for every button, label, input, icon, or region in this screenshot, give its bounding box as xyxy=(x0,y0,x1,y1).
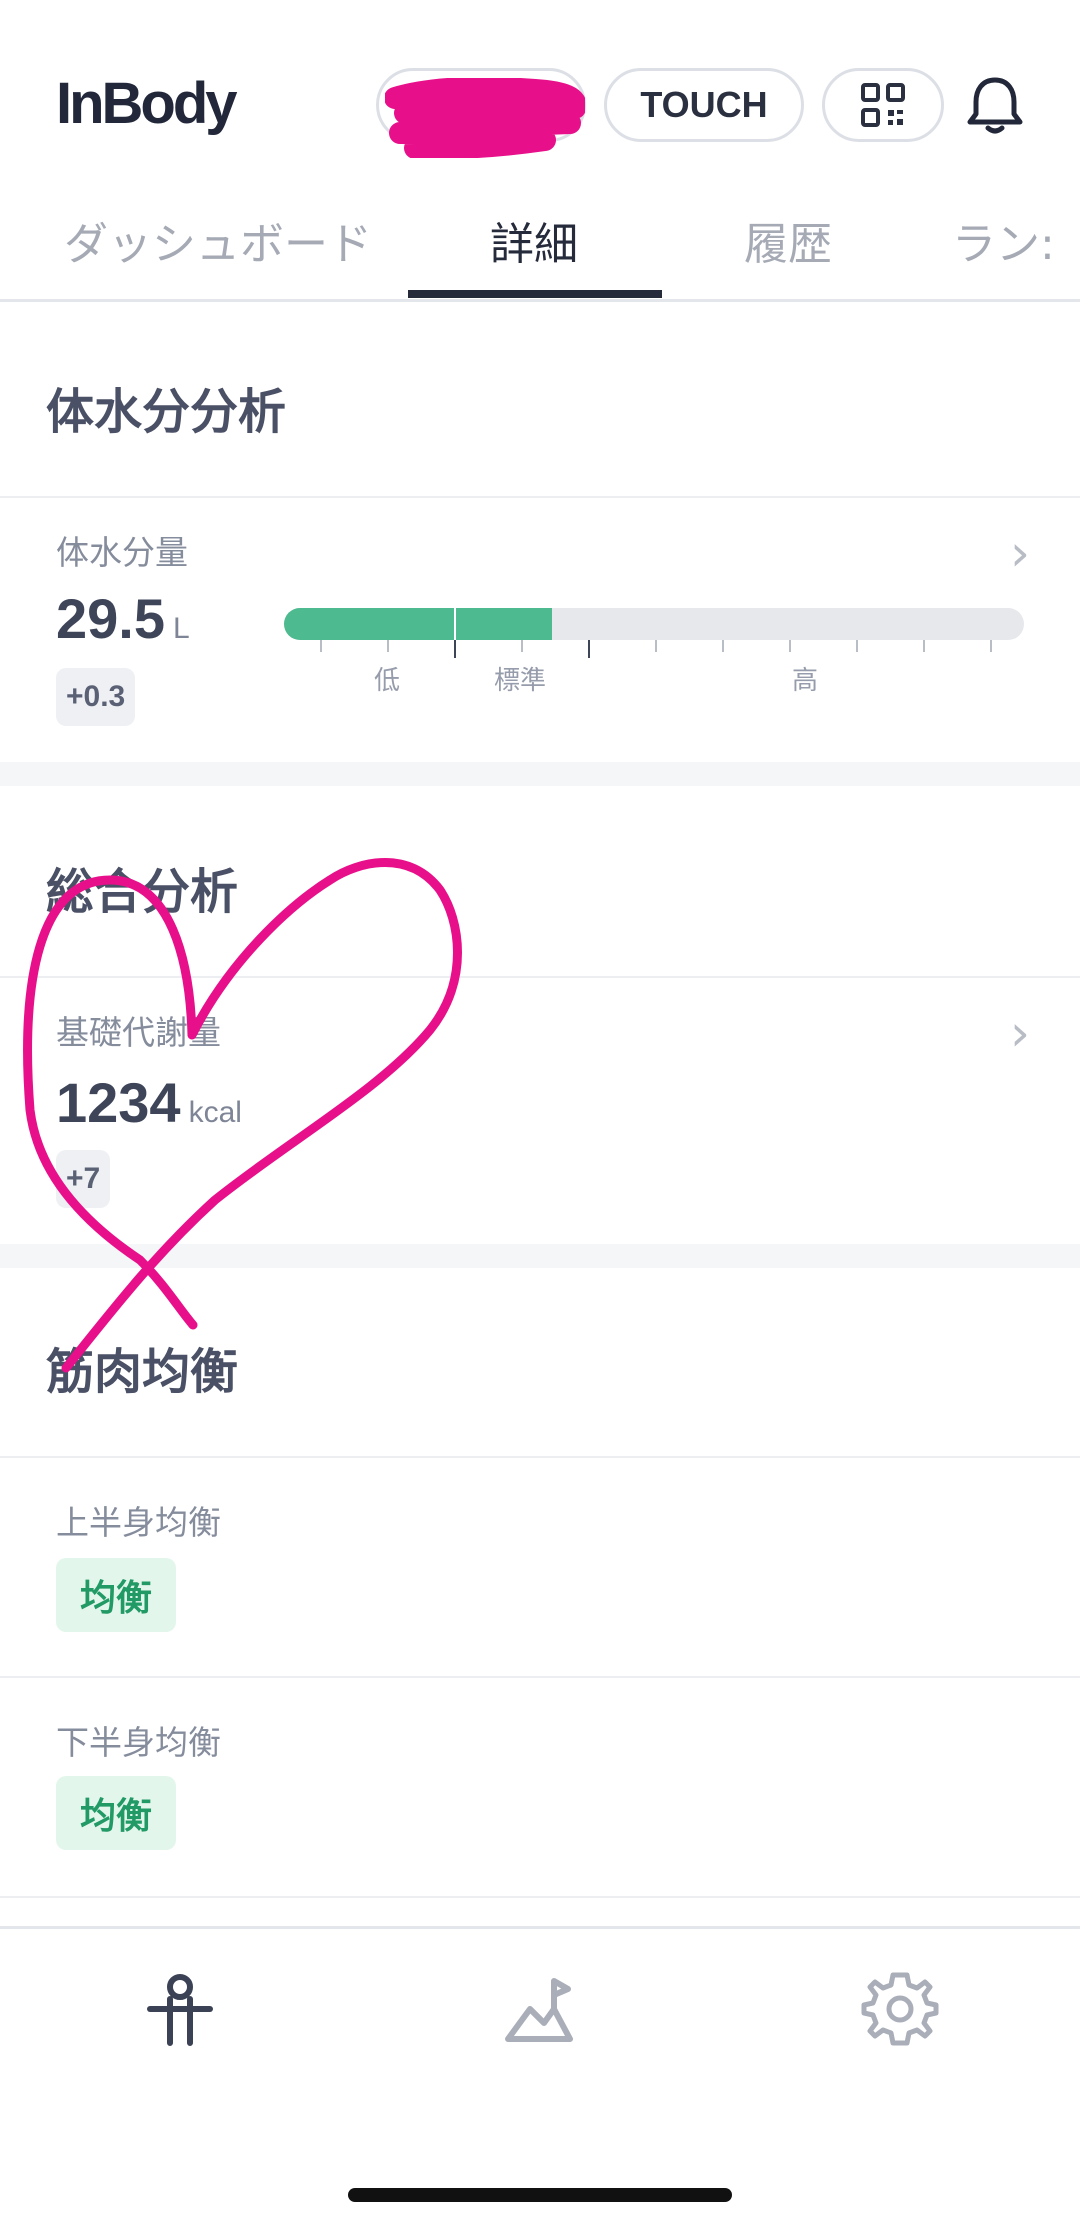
bar-label-low: 低 xyxy=(374,666,401,696)
body-water-label: 体水分量 xyxy=(56,533,188,572)
section-title-overall: 総合分析 xyxy=(46,864,239,920)
touch-button[interactable]: TOUCH xyxy=(604,68,804,142)
lower-body-balance-badge: 均衡 xyxy=(56,1776,177,1850)
redaction-scribble xyxy=(385,78,585,158)
body-water-value: 29.5 L xyxy=(56,586,190,651)
bar-tick xyxy=(655,640,657,652)
bar-tick xyxy=(320,640,322,652)
bar-tick xyxy=(856,640,858,652)
bmr-unit: kcal xyxy=(188,1096,242,1129)
tab-dashboard[interactable]: ダッシュボード xyxy=(64,208,372,272)
chevron-right-icon: › xyxy=(1010,524,1030,582)
section-title-muscle-balance: 筋肉均衡 xyxy=(46,1344,239,1400)
body-water-bar-split xyxy=(454,608,456,640)
body-water-unit: L xyxy=(173,612,190,645)
lower-body-balance-label: 下半身均衡 xyxy=(56,1723,221,1762)
divider xyxy=(0,1456,1080,1458)
body-water-bar xyxy=(284,608,1024,640)
chevron-right-icon: › xyxy=(1010,1004,1030,1062)
bar-tick xyxy=(923,640,925,652)
bmr-delta: +7 xyxy=(56,1150,111,1208)
body-water-delta: +0.3 xyxy=(56,668,136,726)
body-water-bar-fill xyxy=(284,608,552,640)
body-icon[interactable] xyxy=(140,1969,220,2049)
tab-details[interactable]: 詳細 xyxy=(490,208,578,272)
body-water-number: 29.5 xyxy=(56,587,165,650)
gear-icon[interactable] xyxy=(860,1969,940,2049)
inbody-logo: InBody xyxy=(56,71,238,136)
tab-bar: ダッシュボード 詳細 履歴 ラン: xyxy=(0,190,1080,302)
upper-body-balance-label: 上半身均衡 xyxy=(56,1503,221,1542)
section-gap xyxy=(0,1244,1080,1268)
divider xyxy=(0,1896,1080,1898)
bar-tick xyxy=(789,640,791,652)
qr-button[interactable] xyxy=(822,68,944,142)
section-title-body-water: 体水分分析 xyxy=(46,384,287,440)
bmr-label: 基礎代謝量 xyxy=(56,1013,221,1052)
bar-label-normal: 標準 xyxy=(494,666,547,696)
divider xyxy=(0,1676,1080,1678)
app-header: InBody TOUCH xyxy=(0,0,1080,190)
qr-code-icon xyxy=(861,83,905,127)
bar-tick xyxy=(521,640,523,652)
bar-tick xyxy=(454,640,456,658)
bar-tick xyxy=(387,640,389,652)
divider xyxy=(0,496,1080,498)
chart-icon[interactable] xyxy=(500,1969,580,2049)
bmr-value: 1234 kcal xyxy=(56,1070,242,1135)
tab-ranking[interactable]: ラン: xyxy=(952,208,1055,272)
active-tab-indicator xyxy=(408,290,662,298)
bar-tick xyxy=(722,640,724,652)
bottom-nav xyxy=(0,1926,1080,2225)
tab-history[interactable]: 履歴 xyxy=(744,208,832,272)
bar-tick xyxy=(990,640,992,652)
home-indicator xyxy=(348,2188,732,2202)
bell-icon[interactable] xyxy=(962,72,1028,138)
bar-label-high: 高 xyxy=(792,666,819,696)
upper-body-balance-badge: 均衡 xyxy=(56,1558,177,1632)
divider xyxy=(0,976,1080,978)
bar-tick xyxy=(588,640,590,658)
bmr-number: 1234 xyxy=(56,1071,181,1134)
section-gap xyxy=(0,762,1080,786)
